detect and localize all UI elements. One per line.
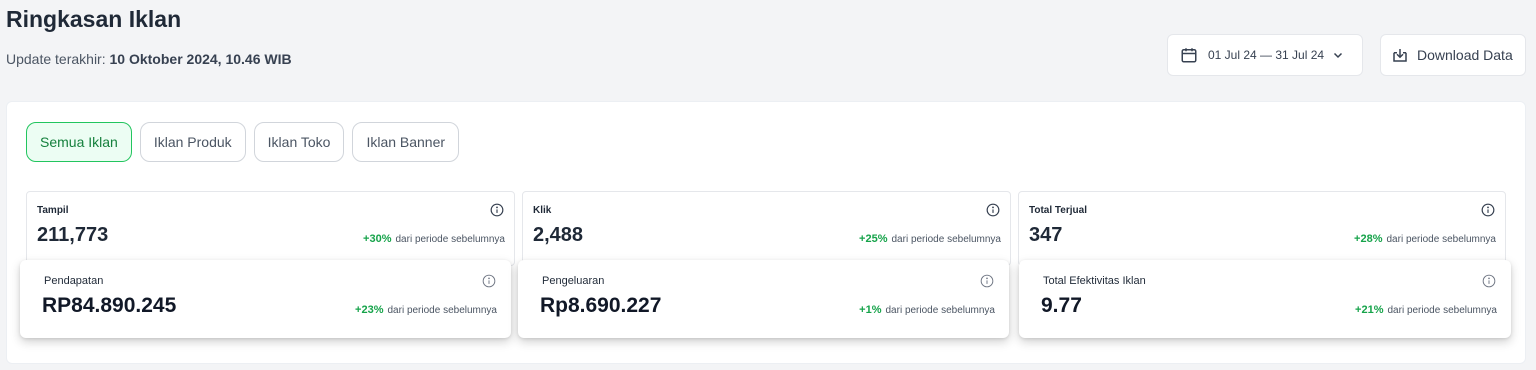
calendar-icon bbox=[1181, 48, 1197, 63]
last-update-text: Update terakhir: 10 Oktober 2024, 10.46 … bbox=[6, 51, 292, 67]
metric-label: Pengeluaran bbox=[542, 275, 605, 287]
metric-trend: +28% dari periode sebelumnya bbox=[1354, 233, 1496, 245]
metric-card-tampil: Tampil 211,773 +30% dari periode sebelumn… bbox=[26, 191, 515, 266]
metric-value: Rp8.690.227 bbox=[540, 294, 662, 317]
metric-value: 9.77 bbox=[1041, 294, 1082, 317]
metric-change: +25% bbox=[859, 233, 888, 245]
metric-value: 2,488 bbox=[533, 224, 584, 246]
metric-card-total-efektivitas-iklan: Total Efektivitas Iklan 9.77 +21% dari pe… bbox=[1019, 260, 1511, 338]
ads-summary-page: Ringkasan Iklan Update terakhir: 10 Okto… bbox=[0, 0, 1536, 370]
info-icon[interactable] bbox=[980, 274, 994, 288]
tab-iklan-produk[interactable]: Iklan Produk bbox=[139, 122, 246, 162]
metric-card-total-terjual: Total Terjual 347 +28% dari periode sebel… bbox=[1018, 191, 1506, 266]
metric-change-text: dari periode sebelumnya bbox=[1387, 305, 1497, 316]
metric-label: Klik bbox=[533, 205, 552, 216]
metric-value: 347 bbox=[1029, 224, 1063, 246]
metric-card-pengeluaran: Pengeluaran Rp8.690.227 +1% dari periode … bbox=[518, 260, 1009, 338]
info-icon[interactable] bbox=[986, 203, 1000, 217]
page-title: Ringkasan Iklan bbox=[6, 6, 182, 32]
metric-label: Total Terjual bbox=[1029, 205, 1087, 216]
tab-iklan-toko[interactable]: Iklan Toko bbox=[253, 122, 345, 162]
metric-trend: +1% dari periode sebelumnya bbox=[859, 304, 995, 316]
metric-change-text: dari periode sebelumnya bbox=[395, 234, 505, 245]
metric-value: 211,773 bbox=[37, 224, 109, 246]
metric-change-text: dari periode sebelumnya bbox=[1386, 234, 1496, 245]
metric-trend: +21% dari periode sebelumnya bbox=[1355, 304, 1497, 316]
tab-iklan-banner[interactable]: Iklan Banner bbox=[352, 122, 460, 162]
date-range-label: 01 Jul 24 — 31 Jul 24 bbox=[1208, 48, 1325, 62]
date-range-picker[interactable]: 01 Jul 24 — 31 Jul 24 bbox=[1167, 34, 1363, 76]
metric-label: Tampil bbox=[37, 205, 69, 216]
metric-value: RP84.890.245 bbox=[42, 294, 177, 317]
metric-card-klik: Klik 2,488 +25% dari periode sebelumnya bbox=[522, 191, 1011, 266]
download-icon bbox=[1393, 49, 1407, 62]
info-icon[interactable] bbox=[1481, 203, 1495, 217]
metric-trend: +23% dari periode sebelumnya bbox=[355, 304, 497, 316]
last-update-prefix: Update terakhir: bbox=[6, 51, 110, 67]
metric-change: +1% bbox=[859, 304, 882, 316]
summary-panel: Semua Iklan Iklan Produk Iklan Toko Ikla… bbox=[6, 101, 1526, 364]
info-icon[interactable] bbox=[1482, 274, 1496, 288]
metric-change: +21% bbox=[1355, 304, 1384, 316]
metric-change-text: dari periode sebelumnya bbox=[885, 305, 995, 316]
metric-label: Total Efektivitas Iklan bbox=[1043, 275, 1146, 287]
metric-trend: +25% dari periode sebelumnya bbox=[859, 233, 1001, 245]
metric-change: +23% bbox=[355, 304, 384, 316]
download-data-button[interactable]: Download Data bbox=[1380, 34, 1526, 76]
metric-card-pendapatan: Pendapatan RP84.890.245 +23% dari periode… bbox=[20, 260, 511, 338]
last-update-value: 10 Oktober 2024, 10.46 WIB bbox=[109, 51, 292, 67]
chevron-down-icon bbox=[1334, 52, 1343, 59]
metric-change-text: dari periode sebelumnya bbox=[387, 305, 497, 316]
metric-label: Pendapatan bbox=[44, 275, 104, 287]
metric-trend: +30% dari periode sebelumnya bbox=[363, 233, 505, 245]
ad-type-tabs: Semua Iklan Iklan Produk Iklan Toko Ikla… bbox=[26, 122, 460, 162]
metric-change: +30% bbox=[363, 233, 392, 245]
download-data-label: Download Data bbox=[1417, 47, 1513, 63]
info-icon[interactable] bbox=[490, 203, 504, 217]
metric-change: +28% bbox=[1354, 233, 1383, 245]
info-icon[interactable] bbox=[482, 274, 496, 288]
metric-change-text: dari periode sebelumnya bbox=[891, 234, 1001, 245]
tab-semua-iklan[interactable]: Semua Iklan bbox=[26, 122, 132, 162]
